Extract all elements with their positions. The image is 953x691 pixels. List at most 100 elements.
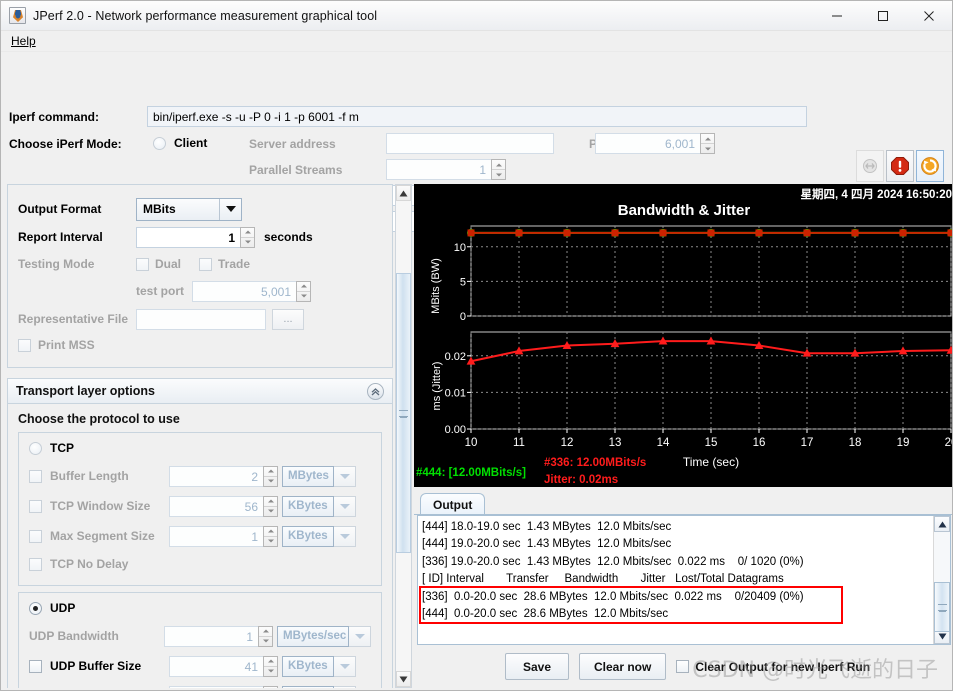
- dual-mode-option[interactable]: Dual: [136, 257, 181, 271]
- tcp-window-label: TCP Window Size: [50, 499, 151, 513]
- output-button-row: Save Clear now Clear Output for new Iper…: [414, 653, 952, 680]
- tcp-window-arrows: [263, 495, 278, 517]
- tcp-option[interactable]: TCP: [29, 441, 371, 455]
- port-spinner[interactable]: 6,001: [595, 133, 715, 154]
- report-interval-arrows[interactable]: [240, 226, 255, 248]
- caret-up-icon: [399, 190, 408, 196]
- title-bar: JPerf 2.0 - Network performance measurem…: [1, 1, 952, 31]
- testport-up: [297, 282, 310, 292]
- parallel-streams-input[interactable]: 1: [386, 159, 491, 180]
- clear-output-checkbox[interactable]: [676, 660, 690, 673]
- udp-buffer-option[interactable]: UDP Buffer Size: [29, 659, 169, 673]
- parallel-streams-spinner[interactable]: 1: [386, 159, 506, 180]
- udp-packet-unit: KBytes: [282, 685, 334, 688]
- parallel-down[interactable]: [492, 170, 505, 179]
- max-segment-arrows: [263, 525, 278, 547]
- max-segment-spinner: 1: [169, 525, 278, 547]
- output-line: [444] 18.0-19.0 sec 1.43 MBytes 12.0 Mbi…: [422, 521, 672, 533]
- max-segment-checkbox: [29, 529, 42, 543]
- browse-file-button: ...: [272, 308, 304, 330]
- chevron-up-double-icon: [371, 387, 380, 395]
- seconds-label: seconds: [264, 230, 313, 244]
- console-scrollbar[interactable]: [933, 516, 950, 644]
- output-format-select[interactable]: MBits: [136, 197, 242, 221]
- tcpwin-down: [264, 507, 277, 516]
- output-line: [336] 0.0-20.0 sec 28.6 MBytes 12.0 Mbit…: [422, 590, 804, 603]
- stop-iperf-button[interactable]: [886, 150, 914, 182]
- output-line: [444] 0.0-20.0 sec 28.6 MBytes 12.0 Mbit…: [422, 607, 669, 620]
- report-interval-spinner[interactable]: 1: [136, 226, 255, 248]
- udp-buffer-checkbox[interactable]: [29, 659, 42, 673]
- output-console[interactable]: [444] 18.0-19.0 sec 1.43 MBytes 12.0 Mbi…: [417, 515, 951, 645]
- clear-output-option[interactable]: Clear Output for new Iperf Run: [676, 660, 870, 674]
- save-button[interactable]: Save: [505, 653, 569, 680]
- maximize-button[interactable]: [860, 1, 906, 31]
- dual-checkbox[interactable]: [136, 257, 149, 271]
- client-radio[interactable]: [153, 136, 166, 150]
- restart-iperf-button[interactable]: [916, 150, 944, 182]
- trade-mode-option[interactable]: Trade: [199, 257, 250, 271]
- port-spinner-up[interactable]: [701, 134, 714, 144]
- max-segment-option: Max Segment Size: [29, 529, 169, 543]
- tab-output[interactable]: Output: [420, 493, 486, 515]
- interval-down[interactable]: [241, 238, 254, 247]
- print-mss-label: Print MSS: [38, 338, 95, 352]
- server-address-input[interactable]: [386, 133, 554, 154]
- udp-option[interactable]: UDP: [29, 601, 371, 615]
- port-spinner-down[interactable]: [701, 144, 714, 153]
- output-format-value: MBits: [143, 202, 176, 216]
- svg-text:14: 14: [657, 437, 670, 449]
- report-interval-input[interactable]: 1: [136, 226, 240, 248]
- udpbuf-down: [264, 667, 277, 676]
- chevron-down-icon[interactable]: [219, 198, 241, 220]
- svg-text:17: 17: [801, 437, 814, 449]
- tcp-window-unit: KBytes: [282, 495, 334, 517]
- collapse-icon[interactable]: [367, 382, 384, 400]
- close-button[interactable]: [906, 1, 952, 31]
- minimize-button[interactable]: [814, 1, 860, 31]
- buffer-length-arrows: [263, 465, 278, 487]
- svg-text:12: 12: [561, 437, 574, 449]
- legend-bandwidth-red: #336: 12.00MBits/s: [544, 457, 647, 469]
- udp-group: UDP UDP Bandwidth 1 MBytes/sec UDP Buffe…: [18, 592, 382, 688]
- parallel-up[interactable]: [492, 160, 505, 170]
- output-tabstrip: Output: [414, 491, 952, 515]
- buffer-length-input: 2: [169, 465, 263, 487]
- clear-now-button[interactable]: Clear now: [579, 653, 667, 680]
- parallel-streams-arrows[interactable]: [491, 159, 506, 180]
- udp-buffer-spinner: 41: [169, 655, 278, 677]
- transport-layer-header: Transport layer options: [8, 379, 392, 404]
- interval-up[interactable]: [241, 228, 254, 238]
- scroll-down-button[interactable]: [396, 671, 411, 687]
- svg-text:0.01: 0.01: [445, 387, 466, 399]
- console-scroll-track[interactable]: [934, 532, 950, 632]
- tcpwin-up: [264, 497, 277, 507]
- representative-file-input: [136, 308, 266, 330]
- udp-buffer-arrows: [263, 655, 278, 677]
- udp-radio[interactable]: [29, 601, 42, 615]
- scroll-up-button[interactable]: [396, 185, 411, 201]
- buffer-length-unit-chevron-icon: [334, 465, 356, 487]
- udp-bandwidth-spinner: 1: [164, 625, 273, 647]
- options-scrollbar[interactable]: [395, 184, 412, 688]
- udp-buffer-input: 41: [169, 655, 263, 677]
- tcp-radio[interactable]: [29, 441, 42, 455]
- client-mode-option[interactable]: Client: [153, 136, 207, 150]
- transport-layer-card: Transport layer options Choose the proto…: [7, 378, 393, 688]
- trade-label: Trade: [218, 257, 251, 271]
- options-scroll-thumb[interactable]: [396, 273, 411, 553]
- trade-checkbox[interactable]: [199, 257, 213, 271]
- console-scroll-thumb[interactable]: [934, 582, 950, 632]
- window-title: JPerf 2.0 - Network performance measurem…: [33, 8, 378, 23]
- parallel-streams-label: Parallel Streams: [249, 163, 343, 177]
- options-scroll-track[interactable]: [396, 201, 411, 671]
- console-scroll-up-button[interactable]: [934, 516, 950, 532]
- udp-buffer-unit-select: KBytes: [282, 655, 356, 677]
- port-spinner-arrows[interactable]: [700, 133, 715, 154]
- port-input[interactable]: 6,001: [595, 133, 700, 154]
- menu-item-help[interactable]: Help: [7, 32, 40, 50]
- output-format-label: Output Format: [18, 202, 102, 216]
- test-port-label: test port: [136, 284, 184, 298]
- tcp-window-unit-select: KBytes: [282, 495, 356, 517]
- output-line: [444] 19.0-20.0 sec 1.43 MBytes 12.0 Mbi…: [422, 538, 672, 551]
